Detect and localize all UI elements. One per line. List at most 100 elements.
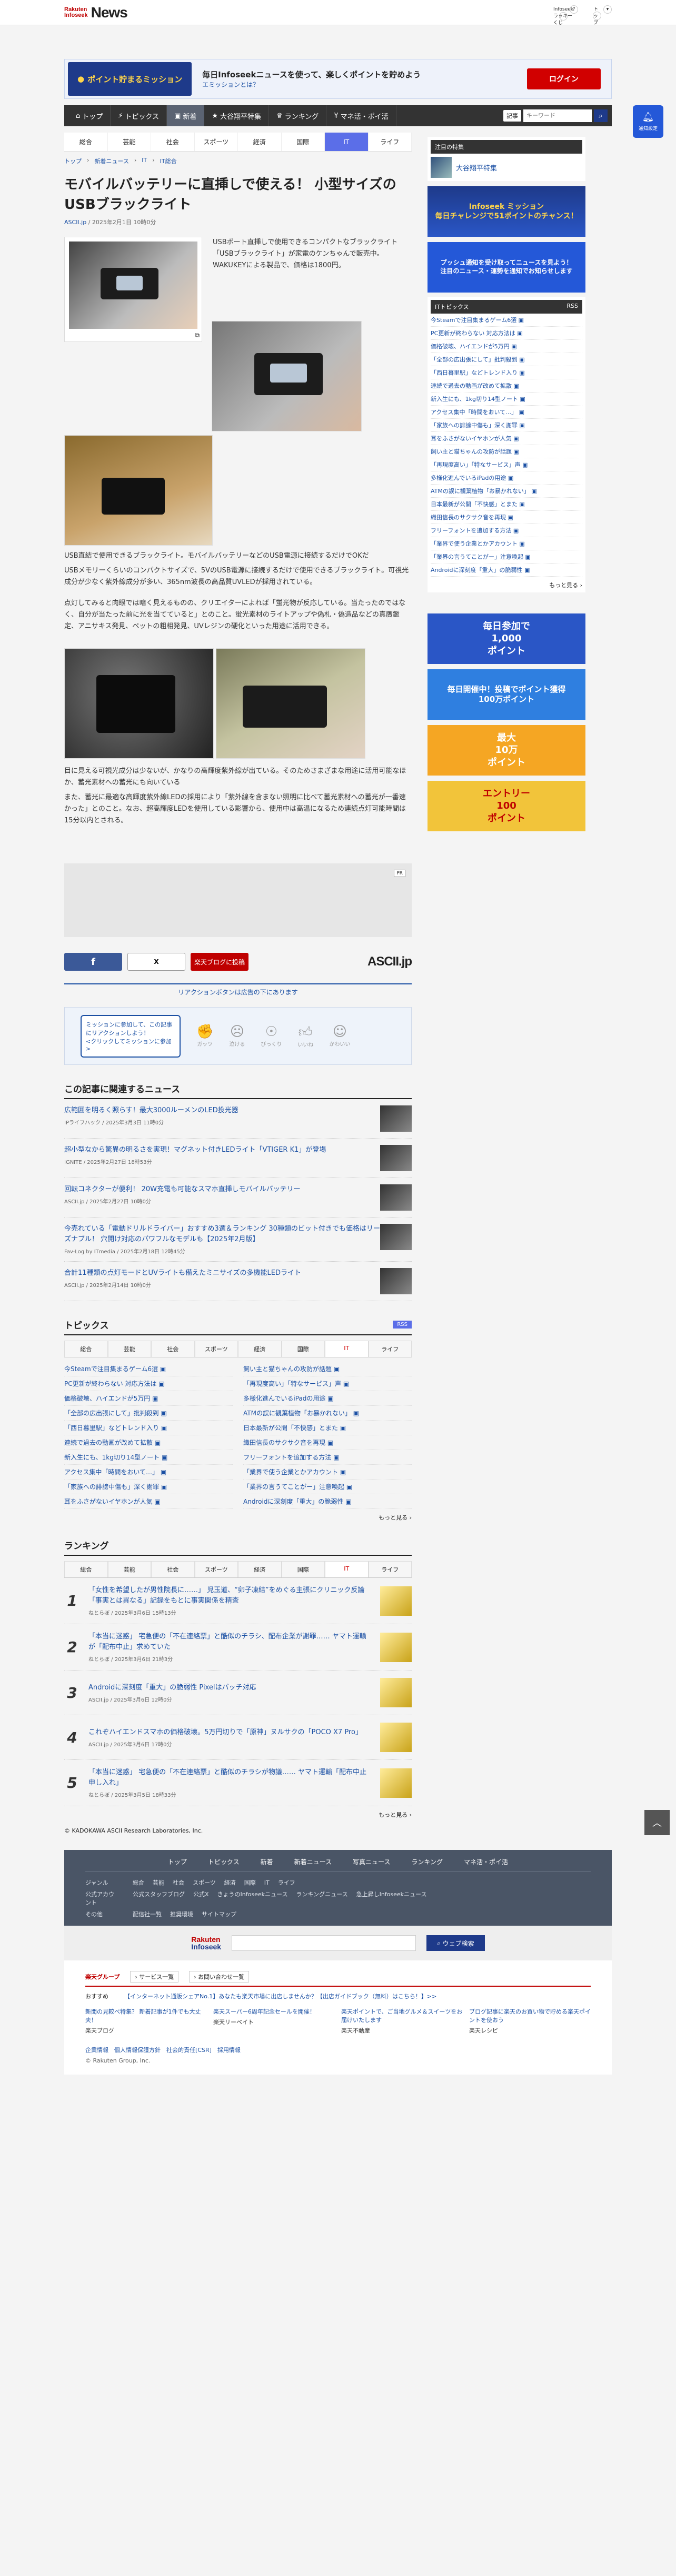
- topic-item[interactable]: 「家族への誹謗中傷も」深く謝罪 ▣: [64, 1480, 233, 1494]
- article-photo[interactable]: [212, 321, 362, 431]
- tab-7[interactable]: ライフ: [368, 1341, 412, 1357]
- more-link[interactable]: もっと見る ›: [431, 581, 582, 589]
- cat-tab[interactable]: 社会: [151, 133, 195, 151]
- topic-item[interactable]: 「業界で使う企業とかアカウント ▣: [243, 1465, 412, 1480]
- nav-top[interactable]: ⌂ トップ: [68, 105, 111, 126]
- service-item[interactable]: ブログ記事に楽天のお買い物で貯める楽天ポイントを使おう 楽天レシピ: [469, 2008, 591, 2035]
- reaction-bubble[interactable]: ミッションに参加して、この記事にリアクションしよう！ <クリックしてミッションに…: [81, 1014, 181, 1058]
- footer-other-link[interactable]: 推奨環境: [170, 1911, 193, 1918]
- rank-title[interactable]: 「女性を希望したが男性院長に……」 児玉道、“卵子凍結”をめぐる主張にクリニック…: [88, 1585, 372, 1606]
- rakuten-blog-button[interactable]: 楽天ブログに投稿: [191, 953, 248, 971]
- rank-thumbnail[interactable]: [380, 1723, 412, 1752]
- footer-other-link[interactable]: サイトマップ: [202, 1911, 236, 1918]
- rank-thumbnail[interactable]: [380, 1632, 412, 1662]
- reaction-button[interactable]: ☉ びっくり: [261, 1024, 282, 1048]
- tab-3[interactable]: スポーツ: [194, 1341, 238, 1357]
- rank-title[interactable]: これぞハイエンドスマホの価格破壊。5万円切りで「原神」ヌルサクの「POCO X7…: [88, 1727, 372, 1738]
- footer-genre-link[interactable]: IT: [264, 1879, 270, 1886]
- ranking-item[interactable]: 2 「本当に迷惑」 宅急便の「不在連絡票」と酷似のチラシ、配布企業が謝罪…… ヤマ…: [64, 1624, 412, 1671]
- contact-link[interactable]: › お問い合わせ一覧: [189, 1971, 250, 1983]
- search-select[interactable]: 記事: [503, 110, 521, 122]
- it-topic-item[interactable]: 「家族への誹謗中傷も」深く謝罪 ▣: [431, 419, 582, 432]
- topic-item[interactable]: 新入生にも、1kg切り14型ノート ▣: [64, 1450, 233, 1465]
- login-button[interactable]: ログイン: [527, 68, 601, 89]
- tab-5[interactable]: 国際: [281, 1341, 325, 1357]
- tab-4[interactable]: 経済: [238, 1561, 282, 1577]
- tab-0[interactable]: 総合: [64, 1561, 108, 1577]
- facebook-share-button[interactable]: f: [64, 953, 122, 971]
- topic-item[interactable]: Androidに深刻度「重大」の脆弱性 ▣: [243, 1494, 412, 1509]
- topic-item[interactable]: 日本最新が公開「不快感」とまた ▣: [243, 1421, 412, 1435]
- cat-tab[interactable]: 総合: [64, 133, 108, 151]
- it-topic-item[interactable]: 飼い主と猫ちゃんの攻防が話題 ▣: [431, 445, 582, 458]
- footer-nav-link[interactable]: トピックス: [208, 1857, 240, 1866]
- footer-nav-link[interactable]: ランキング: [411, 1857, 443, 1866]
- top-link[interactable]: トップ▾: [591, 5, 612, 26]
- it-topic-item[interactable]: フリーフォントを追加する方法 ▣: [431, 524, 582, 537]
- x-share-button[interactable]: X: [127, 953, 185, 971]
- related-title[interactable]: 今売れている「電動ドリルドライバー」おすすめ3選＆ランキング 30種類のビット付…: [64, 1224, 380, 1245]
- ranking-item[interactable]: 4 これぞハイエンドスマホの価格破壊。5万円切りで「原神」ヌルサクの「POCO X…: [64, 1715, 412, 1760]
- site-logo[interactable]: Rakuten Infoseek News: [64, 4, 128, 21]
- more-link[interactable]: もっと見る ›: [64, 1513, 412, 1522]
- services-list-link[interactable]: › サービス一覧: [130, 1971, 179, 1983]
- related-title[interactable]: 超小型なから驚異の明るさを実現！マグネット付きLEDライト「VTIGER K1」…: [64, 1145, 326, 1155]
- footer-genre-link[interactable]: 芸能: [153, 1879, 164, 1886]
- related-item[interactable]: 回転コネクターが便利！ 20W充電も可能なスマホ直挿しモバイルバッテリー ASCI…: [64, 1178, 412, 1217]
- footer-logo[interactable]: Rakuten Infoseek: [191, 1936, 221, 1950]
- footer-nav-link[interactable]: 新着: [261, 1857, 273, 1866]
- it-topic-item[interactable]: 多様化進んでいるiPadの用途 ▣: [431, 471, 582, 485]
- related-item[interactable]: 合計11種類の点灯モードとUVライトも備えたミニサイズの多機能LEDライト ASC…: [64, 1262, 412, 1301]
- footer-search-input[interactable]: [232, 1935, 416, 1951]
- it-topic-item[interactable]: 日本最新が公開「不快感」とまた ▣: [431, 498, 582, 511]
- topic-item[interactable]: アクセス集中「時間をおいて…」 ▣: [64, 1465, 233, 1480]
- footer-genre-link[interactable]: 社会: [173, 1879, 184, 1886]
- push-ad[interactable]: プッシュ通知を受け取ってニュースを見よう！ 注目のニュース・運勢を通知でお知らせ…: [428, 242, 585, 293]
- mission-badge[interactable]: ● ポイント貯まるミッション: [68, 62, 192, 96]
- mission-ad[interactable]: Infoseek ミッション 毎日チャレンジで51ポイントのチャンス！: [428, 186, 585, 237]
- it-topic-item[interactable]: 「再現度高い」「特なサービス」声 ▣: [431, 458, 582, 471]
- topic-item[interactable]: 多様化進んでいるiPadの用途 ▣: [243, 1391, 412, 1406]
- cat-tab[interactable]: 国際: [282, 133, 325, 151]
- search-button[interactable]: ⌕: [594, 109, 608, 122]
- nav-money[interactable]: ¥ マネ活・ポイ活: [326, 105, 396, 126]
- it-topic-item[interactable]: 価格破壊、ハイエンドが5万円 ▣: [431, 340, 582, 353]
- ascii-logo[interactable]: ASCII.jp: [367, 954, 412, 969]
- nav-ranking[interactable]: ♛ ランキング: [269, 105, 327, 126]
- scroll-top-button[interactable]: ︿: [644, 1810, 670, 1835]
- footer-official-link[interactable]: きょうのInfoseekニュース: [217, 1891, 288, 1898]
- it-topic-item[interactable]: 「業界で使う企業とかアカウント ▣: [431, 537, 582, 550]
- topic-item[interactable]: 「西日暮里駅」などトレンド入り ▣: [64, 1421, 233, 1435]
- promo-ad[interactable]: エントリー 100 ポイント: [428, 781, 585, 831]
- footer-genre-link[interactable]: 国際: [244, 1879, 256, 1886]
- crumb-link[interactable]: IT総合: [160, 157, 177, 165]
- special-item[interactable]: 大谷翔平特集: [431, 157, 582, 178]
- topic-item[interactable]: 「全部の広出張にして」批判殺到 ▣: [64, 1406, 233, 1421]
- related-thumbnail[interactable]: [380, 1145, 412, 1171]
- crumb-link[interactable]: トップ: [64, 157, 82, 165]
- footer-nav-link[interactable]: マネ活・ポイ活: [464, 1857, 508, 1866]
- it-topic-item[interactable]: 「西日暮里駅」などトレンド入り ▣: [431, 366, 582, 379]
- notification-settings-button[interactable]: 🔔︎ 通知設定: [633, 105, 663, 138]
- article-photo[interactable]: [64, 435, 213, 546]
- it-topic-item[interactable]: 新入生にも、1kg切り14型ノート ▣: [431, 393, 582, 406]
- article-photo[interactable]: ⧉: [64, 237, 202, 342]
- nav-ohtani[interactable]: ★ 大谷翔平特集: [204, 105, 270, 126]
- footer-official-link[interactable]: ランキングニュース: [296, 1891, 347, 1898]
- topic-item[interactable]: ATMの誤に観葉植物「お暴かれない」 ▣: [243, 1406, 412, 1421]
- tab-5[interactable]: 国際: [281, 1561, 325, 1577]
- related-title[interactable]: 回転コネクターが便利！ 20W充電も可能なスマホ直挿しモバイルバッテリー: [64, 1184, 301, 1195]
- lucky-link[interactable]: Infoseekラッキーくじ?: [553, 5, 578, 26]
- topic-item[interactable]: 今Steamで注目集まるゲーム6選 ▣: [64, 1362, 233, 1376]
- it-topic-item[interactable]: 「全部の広出張にして」批判殺到 ▣: [431, 353, 582, 366]
- tab-4[interactable]: 経済: [238, 1341, 282, 1357]
- it-topic-item[interactable]: 「業界の言うてことがー」注意喚起 ▣: [431, 550, 582, 564]
- rank-title[interactable]: 「本当に迷惑」 宅急便の「不在連絡票」と酷似のチラシ、配布企業が謝罪…… ヤマト…: [88, 1632, 372, 1653]
- topic-item[interactable]: PC更新が終わらない 対応方法は ▣: [64, 1376, 233, 1391]
- related-thumbnail[interactable]: [380, 1268, 412, 1294]
- it-topic-item[interactable]: アクセス集中「時間をおいて…」 ▣: [431, 406, 582, 419]
- tab-6[interactable]: IT: [325, 1341, 369, 1357]
- rank-thumbnail[interactable]: [380, 1678, 412, 1707]
- rank-thumbnail[interactable]: [380, 1768, 412, 1798]
- tab-1[interactable]: 芸能: [107, 1341, 151, 1357]
